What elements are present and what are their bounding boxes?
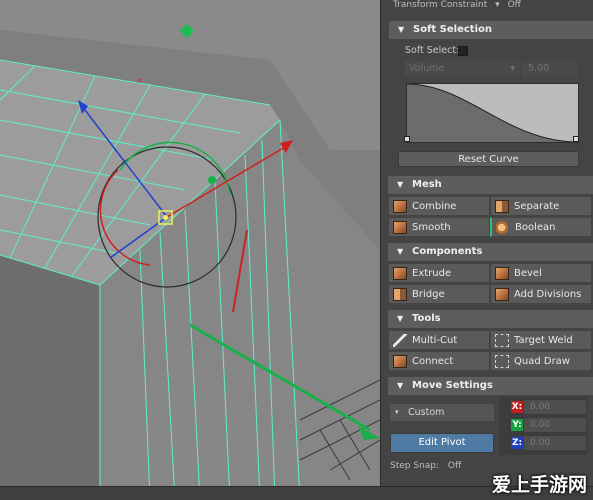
pivot-point-icon: [163, 215, 168, 220]
separate-icon: [495, 200, 509, 213]
dropdown-arrow-icon: ▾: [510, 63, 515, 74]
target-weld-icon: [495, 334, 509, 347]
soft-select-checkbox[interactable]: [458, 46, 468, 56]
extrude-button[interactable]: Extrude: [388, 263, 490, 283]
collapse-arrow-icon[interactable]: ▼: [397, 377, 403, 395]
smooth-icon: [393, 221, 407, 234]
falloff-radius-field[interactable]: 5.00: [522, 61, 578, 77]
pivot-mode-dropdown[interactable]: ▾ Custom: [390, 404, 494, 421]
combine-icon: [393, 200, 407, 213]
transform-constraint-row[interactable]: Transform Constraint ▾ Off: [381, 0, 593, 12]
add-divisions-icon: [495, 288, 509, 301]
cube-left-face: [0, 255, 100, 500]
edit-pivot-button[interactable]: Edit Pivot: [390, 433, 494, 453]
connect-icon: [393, 355, 407, 368]
smooth-label: Smooth: [412, 222, 451, 233]
quad-draw-button[interactable]: Quad Draw: [490, 351, 592, 371]
multi-cut-label: Multi-Cut: [412, 335, 458, 346]
viewport-scene[interactable]: ×: [0, 0, 380, 500]
dropdown-arrow-icon: ▾: [395, 408, 399, 416]
extrude-label: Extrude: [412, 268, 452, 279]
soft-selection-title: Soft Selection: [413, 24, 493, 35]
transform-constraint-value[interactable]: Off: [508, 0, 521, 10]
move-settings-title: Move Settings: [412, 380, 493, 391]
target-weld-button[interactable]: Target Weld: [490, 330, 592, 350]
multi-cut-icon: [393, 334, 407, 347]
extrude-icon: [393, 267, 407, 280]
transform-constraint-label: Transform Constraint: [393, 0, 488, 10]
pivot-x-field[interactable]: 0.00: [524, 400, 586, 414]
move-settings-header[interactable]: ▼ Move Settings: [388, 377, 593, 395]
watermark: 爱上手游网: [491, 474, 587, 496]
connect-label: Connect: [412, 356, 454, 367]
falloff-mode-dropdown[interactable]: Volume ▾: [405, 61, 520, 77]
step-snap-value[interactable]: Off: [448, 461, 461, 471]
components-header[interactable]: ▼ Components: [388, 243, 593, 261]
target-weld-label: Target Weld: [514, 335, 573, 346]
bridge-icon: [393, 288, 407, 301]
falloff-curve[interactable]: [406, 83, 579, 143]
falloff-curve-graph[interactable]: [404, 83, 579, 143]
tools-title: Tools: [412, 313, 441, 324]
bridge-label: Bridge: [412, 289, 445, 300]
curve-start-handle-icon[interactable]: [404, 136, 410, 142]
x-axis-label: X:: [511, 401, 523, 413]
combine-button[interactable]: Combine: [388, 196, 490, 216]
boolean-icon: [496, 221, 510, 234]
soft-selection-header[interactable]: ▼ Soft Selection: [389, 21, 593, 39]
mesh-header[interactable]: ▼ Mesh: [388, 176, 593, 194]
3d-viewport[interactable]: ×: [0, 0, 380, 500]
gizmo-handle-icon[interactable]: [208, 176, 216, 184]
falloff-radius-value: 5.00: [528, 63, 550, 74]
y-axis-label: Y:: [511, 419, 523, 431]
connect-button[interactable]: Connect: [388, 351, 490, 371]
collapse-arrow-icon[interactable]: ▼: [397, 310, 403, 328]
falloff-mode-value: Volume: [409, 63, 445, 74]
multi-cut-button[interactable]: Multi-Cut: [388, 330, 490, 350]
axis-label-mark: ×: [136, 76, 143, 85]
bevel-button[interactable]: Bevel: [490, 263, 592, 283]
soft-select-label: Soft Select:: [405, 45, 460, 56]
reset-curve-button[interactable]: Reset Curve: [398, 151, 579, 167]
pivot-mode-value: Custom: [408, 407, 445, 418]
dropdown-arrow-icon[interactable]: ▾: [495, 0, 500, 10]
curve-end-handle-icon[interactable]: [573, 136, 579, 142]
quad-draw-label: Quad Draw: [514, 356, 570, 367]
bridge-button[interactable]: Bridge: [388, 284, 490, 304]
add-divisions-label: Add Divisions: [514, 289, 582, 300]
collapse-arrow-icon[interactable]: ▼: [398, 21, 404, 39]
tools-header[interactable]: ▼ Tools: [388, 310, 593, 328]
quad-draw-icon: [495, 355, 509, 368]
pivot-y-field[interactable]: 0.00: [524, 418, 586, 432]
combine-label: Combine: [412, 201, 457, 212]
components-title: Components: [412, 246, 483, 257]
separate-button[interactable]: Separate: [490, 196, 592, 216]
mesh-title: Mesh: [412, 179, 442, 190]
bevel-label: Bevel: [514, 268, 542, 279]
step-snap-label: Step Snap:: [390, 461, 440, 471]
boolean-button[interactable]: Boolean: [490, 217, 592, 237]
step-snap-row[interactable]: Step Snap: Off: [390, 461, 461, 471]
smooth-button[interactable]: Smooth: [388, 217, 490, 237]
add-divisions-button[interactable]: Add Divisions: [490, 284, 592, 304]
pivot-z-field[interactable]: 0.00: [524, 436, 586, 450]
bevel-icon: [495, 267, 509, 280]
collapse-arrow-icon[interactable]: ▼: [397, 176, 403, 194]
boolean-label: Boolean: [515, 222, 556, 233]
z-axis-label: Z:: [511, 437, 523, 449]
separate-label: Separate: [514, 201, 560, 212]
collapse-arrow-icon[interactable]: ▼: [397, 243, 403, 261]
